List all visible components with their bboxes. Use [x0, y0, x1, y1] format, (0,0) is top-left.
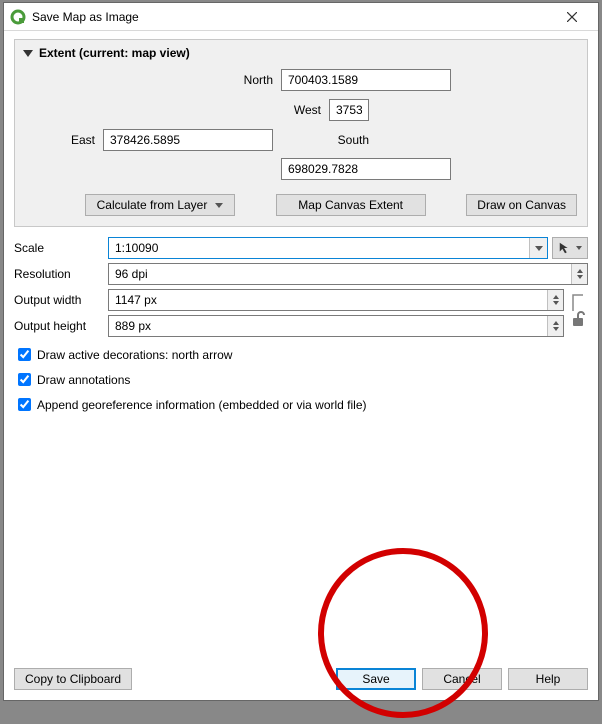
west-label: West: [281, 103, 321, 117]
resolution-label: Resolution: [14, 267, 104, 281]
output-width-spin-buttons[interactable]: [547, 290, 563, 310]
lock-aspect-button[interactable]: [568, 301, 588, 337]
calculate-from-layer-button[interactable]: Calculate from Layer: [85, 194, 235, 216]
draw-decorations-label: Draw active decorations: north arrow: [37, 348, 232, 362]
draw-annotations-checkbox[interactable]: Draw annotations: [14, 370, 588, 389]
resolution-spinbox[interactable]: [108, 263, 588, 285]
east-input[interactable]: [103, 129, 273, 151]
window-title: Save Map as Image: [32, 10, 552, 24]
west-input[interactable]: [329, 99, 369, 121]
draw-annotations-label: Draw annotations: [37, 373, 130, 387]
dialog-window: Save Map as Image Extent (current: map v…: [3, 2, 599, 701]
draw-on-canvas-label: Draw on Canvas: [477, 198, 566, 212]
close-icon: [567, 12, 577, 22]
form-rows: Scale Resolution: [14, 237, 588, 337]
scale-presets-button[interactable]: [552, 237, 588, 259]
append-georef-input[interactable]: [18, 398, 31, 411]
extent-header-label: Extent (current: map view): [39, 46, 190, 60]
scale-input[interactable]: [109, 238, 529, 258]
qgis-icon: [10, 9, 26, 25]
output-width-label: Output width: [14, 293, 104, 307]
extent-buttons: Calculate from Layer Map Canvas Extent D…: [23, 194, 579, 216]
help-button[interactable]: Help: [508, 668, 588, 690]
append-georef-label: Append georeference information (embedde…: [37, 398, 367, 412]
chevron-down-icon: [23, 50, 33, 57]
draw-decorations-checkbox[interactable]: Draw active decorations: north arrow: [14, 345, 588, 364]
south-label: South: [329, 133, 369, 147]
copy-to-clipboard-label: Copy to Clipboard: [25, 672, 121, 686]
extent-groupbox: Extent (current: map view) North West Ea…: [14, 39, 588, 227]
extent-fields: North West East South: [23, 68, 579, 186]
append-georef-checkbox[interactable]: Append georeference information (embedde…: [14, 395, 588, 414]
cursor-icon: [558, 241, 572, 255]
dialog-body: Extent (current: map view) North West Ea…: [4, 31, 598, 700]
dialog-footer: Copy to Clipboard Save Cancel Help: [14, 662, 588, 690]
output-height-spin-buttons[interactable]: [547, 316, 563, 336]
output-height-spinbox[interactable]: [108, 315, 564, 337]
titlebar: Save Map as Image: [4, 3, 598, 31]
cancel-button[interactable]: Cancel: [422, 668, 502, 690]
output-height-label: Output height: [14, 319, 104, 333]
draw-decorations-input[interactable]: [18, 348, 31, 361]
output-height-input[interactable]: [109, 316, 547, 336]
scale-combo[interactable]: [108, 237, 548, 259]
calculate-from-layer-label: Calculate from Layer: [97, 198, 208, 212]
map-canvas-extent-label: Map Canvas Extent: [298, 198, 403, 212]
help-label: Help: [536, 672, 561, 686]
save-button[interactable]: Save: [336, 668, 416, 690]
south-input[interactable]: [281, 158, 451, 180]
checkbox-group: Draw active decorations: north arrow Dra…: [14, 345, 588, 414]
resolution-spin-buttons[interactable]: [571, 264, 587, 284]
chevron-down-icon: [535, 246, 543, 251]
extent-header[interactable]: Extent (current: map view): [23, 46, 579, 60]
draw-on-canvas-button[interactable]: Draw on Canvas: [466, 194, 577, 216]
east-label: East: [55, 133, 95, 147]
north-input[interactable]: [281, 69, 451, 91]
output-width-spinbox[interactable]: [108, 289, 564, 311]
output-width-input[interactable]: [109, 290, 547, 310]
close-button[interactable]: [552, 3, 592, 31]
scale-dropdown-button[interactable]: [529, 238, 547, 258]
save-label: Save: [362, 672, 389, 686]
lock-open-icon: [570, 310, 586, 328]
cancel-label: Cancel: [443, 672, 480, 686]
resolution-input[interactable]: [109, 264, 571, 284]
map-canvas-extent-button[interactable]: Map Canvas Extent: [276, 194, 426, 216]
scale-label: Scale: [14, 241, 104, 255]
north-label: North: [103, 73, 273, 87]
draw-annotations-input[interactable]: [18, 373, 31, 386]
copy-to-clipboard-button[interactable]: Copy to Clipboard: [14, 668, 132, 690]
